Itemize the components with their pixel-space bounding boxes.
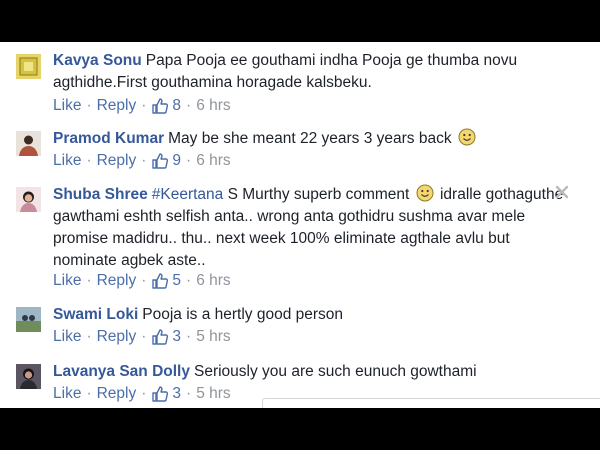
separator: · xyxy=(141,385,147,402)
like-link[interactable]: Like xyxy=(53,152,81,170)
avatar[interactable] xyxy=(16,187,41,212)
avatar[interactable] xyxy=(16,364,41,389)
like-link[interactable]: Like xyxy=(53,385,81,403)
thumbs-up-icon xyxy=(152,98,169,114)
like-count-value: 3 xyxy=(172,385,182,402)
separator: · xyxy=(186,385,192,402)
separator: · xyxy=(141,152,147,169)
reply-input[interactable] xyxy=(262,398,600,408)
comment-actions: Like · Reply · 3 · 5 hrs xyxy=(53,385,231,403)
hashtag-link[interactable]: #Keertana xyxy=(152,186,224,203)
avatar[interactable] xyxy=(16,131,41,156)
smiley-icon xyxy=(458,128,476,146)
reply-link[interactable]: Reply xyxy=(97,272,137,290)
like-link[interactable]: Like xyxy=(53,97,81,115)
author-name[interactable]: Lavanya San Dolly xyxy=(53,363,190,380)
author-name[interactable]: Shuba Shree xyxy=(53,186,148,203)
separator: · xyxy=(186,328,192,345)
comment-actions: Like · Reply · 3 · 5 hrs xyxy=(53,328,231,346)
comment-text: May be she meant 22 years 3 years back xyxy=(168,130,452,147)
like-count-value: 3 xyxy=(172,328,182,345)
like-count[interactable]: 9 xyxy=(151,152,181,170)
reply-link[interactable]: Reply xyxy=(97,328,137,346)
like-count[interactable]: 3 xyxy=(151,328,181,346)
like-count[interactable]: 8 xyxy=(151,97,181,115)
separator: · xyxy=(86,328,92,345)
comment-actions: Like · Reply · 9 · 6 hrs xyxy=(53,152,231,170)
separator: · xyxy=(186,97,192,114)
avatar[interactable] xyxy=(16,307,41,332)
thumbs-up-icon xyxy=(152,273,169,289)
comment-text: Seriously you are such eunuch gowthami xyxy=(193,363,477,380)
comment-text: S Murthy superb comment xyxy=(227,186,410,203)
like-count-value: 5 xyxy=(172,272,182,289)
comment-body: Shuba Shree #Keertana S Murthy superb com… xyxy=(53,184,573,272)
comment-actions: Like · Reply · 8 · 6 hrs xyxy=(53,97,231,115)
reply-link[interactable]: Reply xyxy=(97,97,137,115)
separator: · xyxy=(86,152,92,169)
separator: · xyxy=(186,152,192,169)
thumbs-up-icon xyxy=(152,386,169,402)
separator: · xyxy=(141,272,147,289)
comment-body: Lavanya San Dolly Seriously you are such … xyxy=(53,361,573,383)
comment-body: Pramod Kumar May be she meant 22 years 3 … xyxy=(53,128,573,150)
separator: · xyxy=(86,385,92,402)
reply-link[interactable]: Reply xyxy=(97,152,137,170)
separator: · xyxy=(86,97,92,114)
author-name[interactable]: Swami Loki xyxy=(53,306,138,323)
timestamp[interactable]: 6 hrs xyxy=(196,152,230,170)
like-link[interactable]: Like xyxy=(53,272,81,290)
separator: · xyxy=(141,328,147,345)
smiley-icon xyxy=(416,184,434,202)
separator: · xyxy=(86,272,92,289)
separator: · xyxy=(186,272,192,289)
like-count-value: 9 xyxy=(172,152,182,169)
timestamp[interactable]: 6 hrs xyxy=(196,272,230,290)
comments-panel: Kavya Sonu Papa Pooja ee gouthami indha P… xyxy=(0,42,600,408)
comment-actions: Like · Reply · 5 · 6 hrs xyxy=(53,272,231,290)
like-count[interactable]: 3 xyxy=(151,385,181,403)
timestamp[interactable]: 5 hrs xyxy=(196,385,230,403)
timestamp[interactable]: 5 hrs xyxy=(196,328,230,346)
timestamp[interactable]: 6 hrs xyxy=(196,97,230,115)
separator: · xyxy=(141,97,147,114)
like-count[interactable]: 5 xyxy=(151,272,181,290)
avatar[interactable] xyxy=(16,54,41,79)
author-name[interactable]: Pramod Kumar xyxy=(53,130,164,147)
close-icon[interactable] xyxy=(554,184,570,200)
comment-text: Pooja is a hertly good person xyxy=(142,306,344,323)
author-name[interactable]: Kavya Sonu xyxy=(53,52,142,69)
like-link[interactable]: Like xyxy=(53,328,81,346)
thumbs-up-icon xyxy=(152,329,169,345)
reply-link[interactable]: Reply xyxy=(97,385,137,403)
like-count-value: 8 xyxy=(172,97,182,114)
comment-body: Kavya Sonu Papa Pooja ee gouthami indha P… xyxy=(53,50,573,94)
comment-body: Swami Loki Pooja is a hertly good person xyxy=(53,304,573,326)
thumbs-up-icon xyxy=(152,153,169,169)
